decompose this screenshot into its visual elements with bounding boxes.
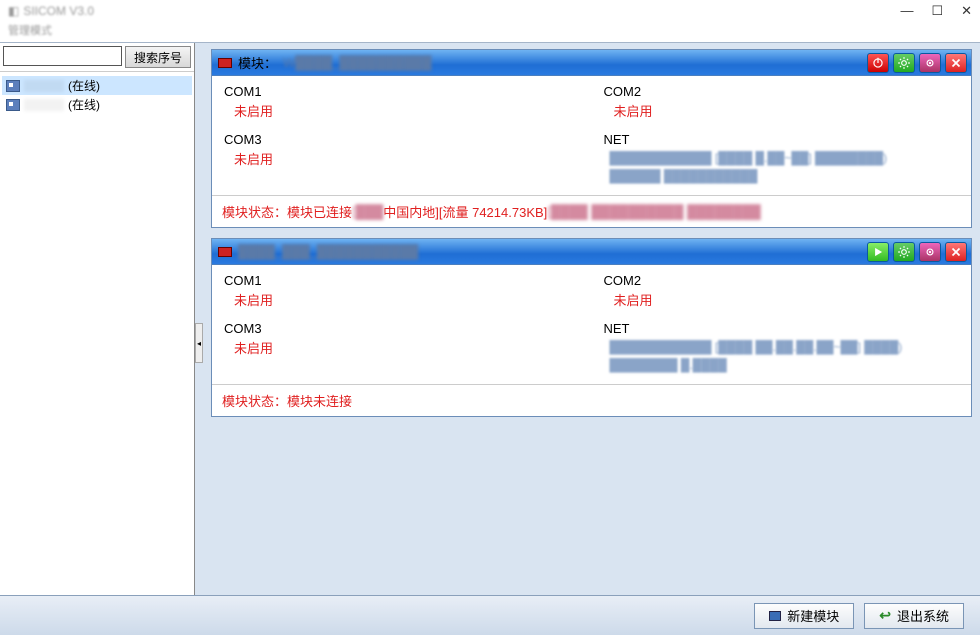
tree-item-id (24, 99, 64, 111)
content-area: 搜索序号 (在线) (在线) ◂ 模块： W████_█████████ (0, 42, 980, 595)
module-icon (6, 99, 20, 111)
search-bar: 搜索序号 (0, 43, 194, 72)
module-title: ████_███_███████████ (238, 244, 418, 259)
module-body: COM1 未启用 COM2 未启用 COM3 未启用 NET █████████… (212, 76, 971, 195)
footer-bar: 新建模块 ↩ 退出系统 (0, 595, 980, 635)
module-body: COM1 未启用 COM2 未启用 COM3 未启用 NET █████████… (212, 265, 971, 384)
app-title: SIICOM V3.0 (23, 4, 94, 18)
module-header: 模块： W████_██████████ (212, 50, 971, 76)
status-blur: [████ ██████████ ████████ (547, 204, 760, 219)
port-label: COM2 (604, 84, 960, 99)
sidebar-collapse-handle[interactable]: ◂ (195, 323, 203, 363)
power-button[interactable] (867, 53, 889, 73)
module-title-prefix: 模块： (238, 53, 277, 72)
subtitle: 管理模式 (0, 22, 980, 42)
new-module-button[interactable]: 新建模块 (754, 603, 854, 629)
close-icon[interactable] (945, 53, 967, 73)
tree-item[interactable]: (在线) (2, 95, 192, 114)
tree-item-status: (在线) (68, 77, 100, 94)
module-card: ████_███_███████████ COM1 未启用 COM2 未启用 (211, 238, 972, 417)
sidebar: 搜索序号 (在线) (在线) (0, 43, 195, 595)
status-text: 模块状态：模块已连接 (222, 202, 352, 221)
port-value: 未启用 (224, 290, 580, 309)
module-title: W████_██████████ (283, 55, 431, 70)
gear-icon[interactable] (893, 242, 915, 262)
status-blur: [███ (352, 204, 383, 219)
port-net-line2: ██████ ███████████ (604, 167, 960, 185)
port-label: NET (604, 321, 960, 336)
port-value: 未启用 (604, 290, 960, 309)
tree-item-id (24, 80, 64, 92)
module-status: 模块状态：模块已连接 [███ 中国内地][流量 74214.73KB] [██… (212, 195, 971, 227)
gear-icon[interactable] (893, 53, 915, 73)
port-com1: COM1 未启用 (212, 269, 592, 317)
settings-icon[interactable] (919, 242, 941, 262)
port-label: COM3 (224, 321, 580, 336)
exit-button[interactable]: ↩ 退出系统 (864, 603, 964, 629)
port-com1: COM1 未启用 (212, 80, 592, 128)
exit-label: 退出系统 (897, 606, 949, 625)
port-label: COM1 (224, 84, 580, 99)
port-value: 未启用 (224, 101, 580, 120)
module-tree: (在线) (在线) (0, 72, 194, 118)
port-com2: COM2 未启用 (592, 80, 972, 128)
status-text: 模块状态：模块未连接 (222, 391, 352, 410)
settings-icon[interactable] (919, 53, 941, 73)
port-label: COM2 (604, 273, 960, 288)
module-header: ████_███_███████████ (212, 239, 971, 265)
status-indicator-icon (218, 247, 232, 257)
port-com2: COM2 未启用 (592, 269, 972, 317)
port-label: NET (604, 132, 960, 147)
port-net: NET ████████████ [████ █.██~██] ████████… (592, 128, 972, 193)
port-net-line1: ████████████ [████ ██.██.██.██~██] ████) (604, 338, 960, 356)
close-icon[interactable] (945, 242, 967, 262)
app-icon: ◧ (8, 4, 19, 18)
port-net-line1: ████████████ [████ █.██~██] ████████) (604, 149, 960, 167)
new-module-label: 新建模块 (787, 606, 839, 625)
close-window-button[interactable]: ✕ (961, 3, 972, 19)
port-net: NET ████████████ [████ ██.██.██.██~██] █… (592, 317, 972, 382)
status-mid: 中国内地][流量 74214.73KB] (383, 202, 547, 221)
tree-item-status: (在线) (68, 96, 100, 113)
port-net-line2: ████████ █.████ (604, 356, 960, 374)
module-status: 模块状态：模块未连接 (212, 384, 971, 416)
port-value: 未启用 (224, 149, 580, 168)
title-bar: ◧ SIICOM V3.0 — ☐ ✕ (0, 0, 980, 22)
port-com3: COM3 未启用 (212, 317, 592, 382)
new-icon (769, 611, 781, 621)
module-card: 模块： W████_██████████ COM1 未启用 COM2 未启用 (211, 49, 972, 228)
exit-icon: ↩ (879, 607, 891, 624)
search-input[interactable] (3, 46, 122, 66)
search-button[interactable]: 搜索序号 (125, 46, 191, 68)
port-com3: COM3 未启用 (212, 128, 592, 193)
status-indicator-icon (218, 58, 232, 68)
play-button[interactable] (867, 242, 889, 262)
maximize-button[interactable]: ☐ (931, 3, 943, 19)
port-value: 未启用 (604, 101, 960, 120)
minimize-button[interactable]: — (900, 3, 913, 19)
tree-item[interactable]: (在线) (2, 76, 192, 95)
port-label: COM1 (224, 273, 580, 288)
module-icon (6, 80, 20, 92)
port-label: COM3 (224, 132, 580, 147)
port-value: 未启用 (224, 338, 580, 357)
main-panel: ◂ 模块： W████_██████████ COM1 (195, 43, 980, 595)
